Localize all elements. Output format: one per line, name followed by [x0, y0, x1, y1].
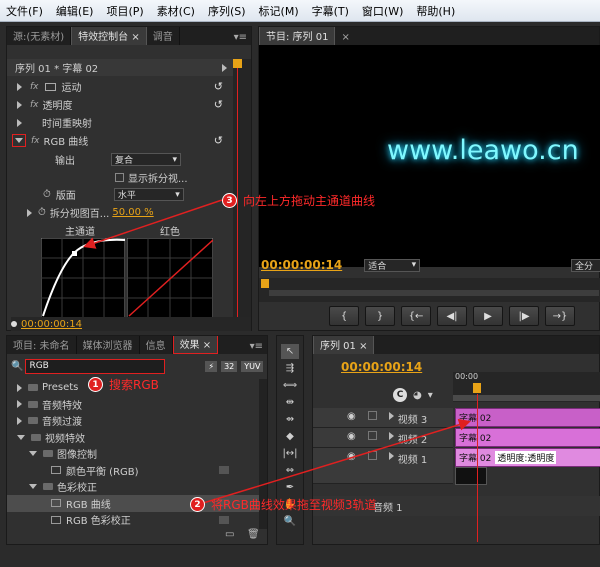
annotation-2-text: 将RGB曲线效果拖至视频3轨道	[211, 498, 377, 512]
annotation-1-badge: 1	[88, 377, 103, 392]
annotation-3: 3 向左上方拖动主通道曲线	[222, 192, 375, 209]
annotation-2: 2 将RGB曲线效果拖至视频3轨道	[190, 496, 377, 513]
annotation-2-badge: 2	[190, 497, 205, 512]
annotation-3-badge: 3	[222, 193, 237, 208]
annotation-arrows	[83, 199, 471, 505]
annotation-1: 1 搜索RGB	[88, 376, 159, 393]
annotation-3-text: 向左上方拖动主通道曲线	[243, 194, 376, 208]
annotation-1-text: 搜索RGB	[109, 378, 159, 392]
